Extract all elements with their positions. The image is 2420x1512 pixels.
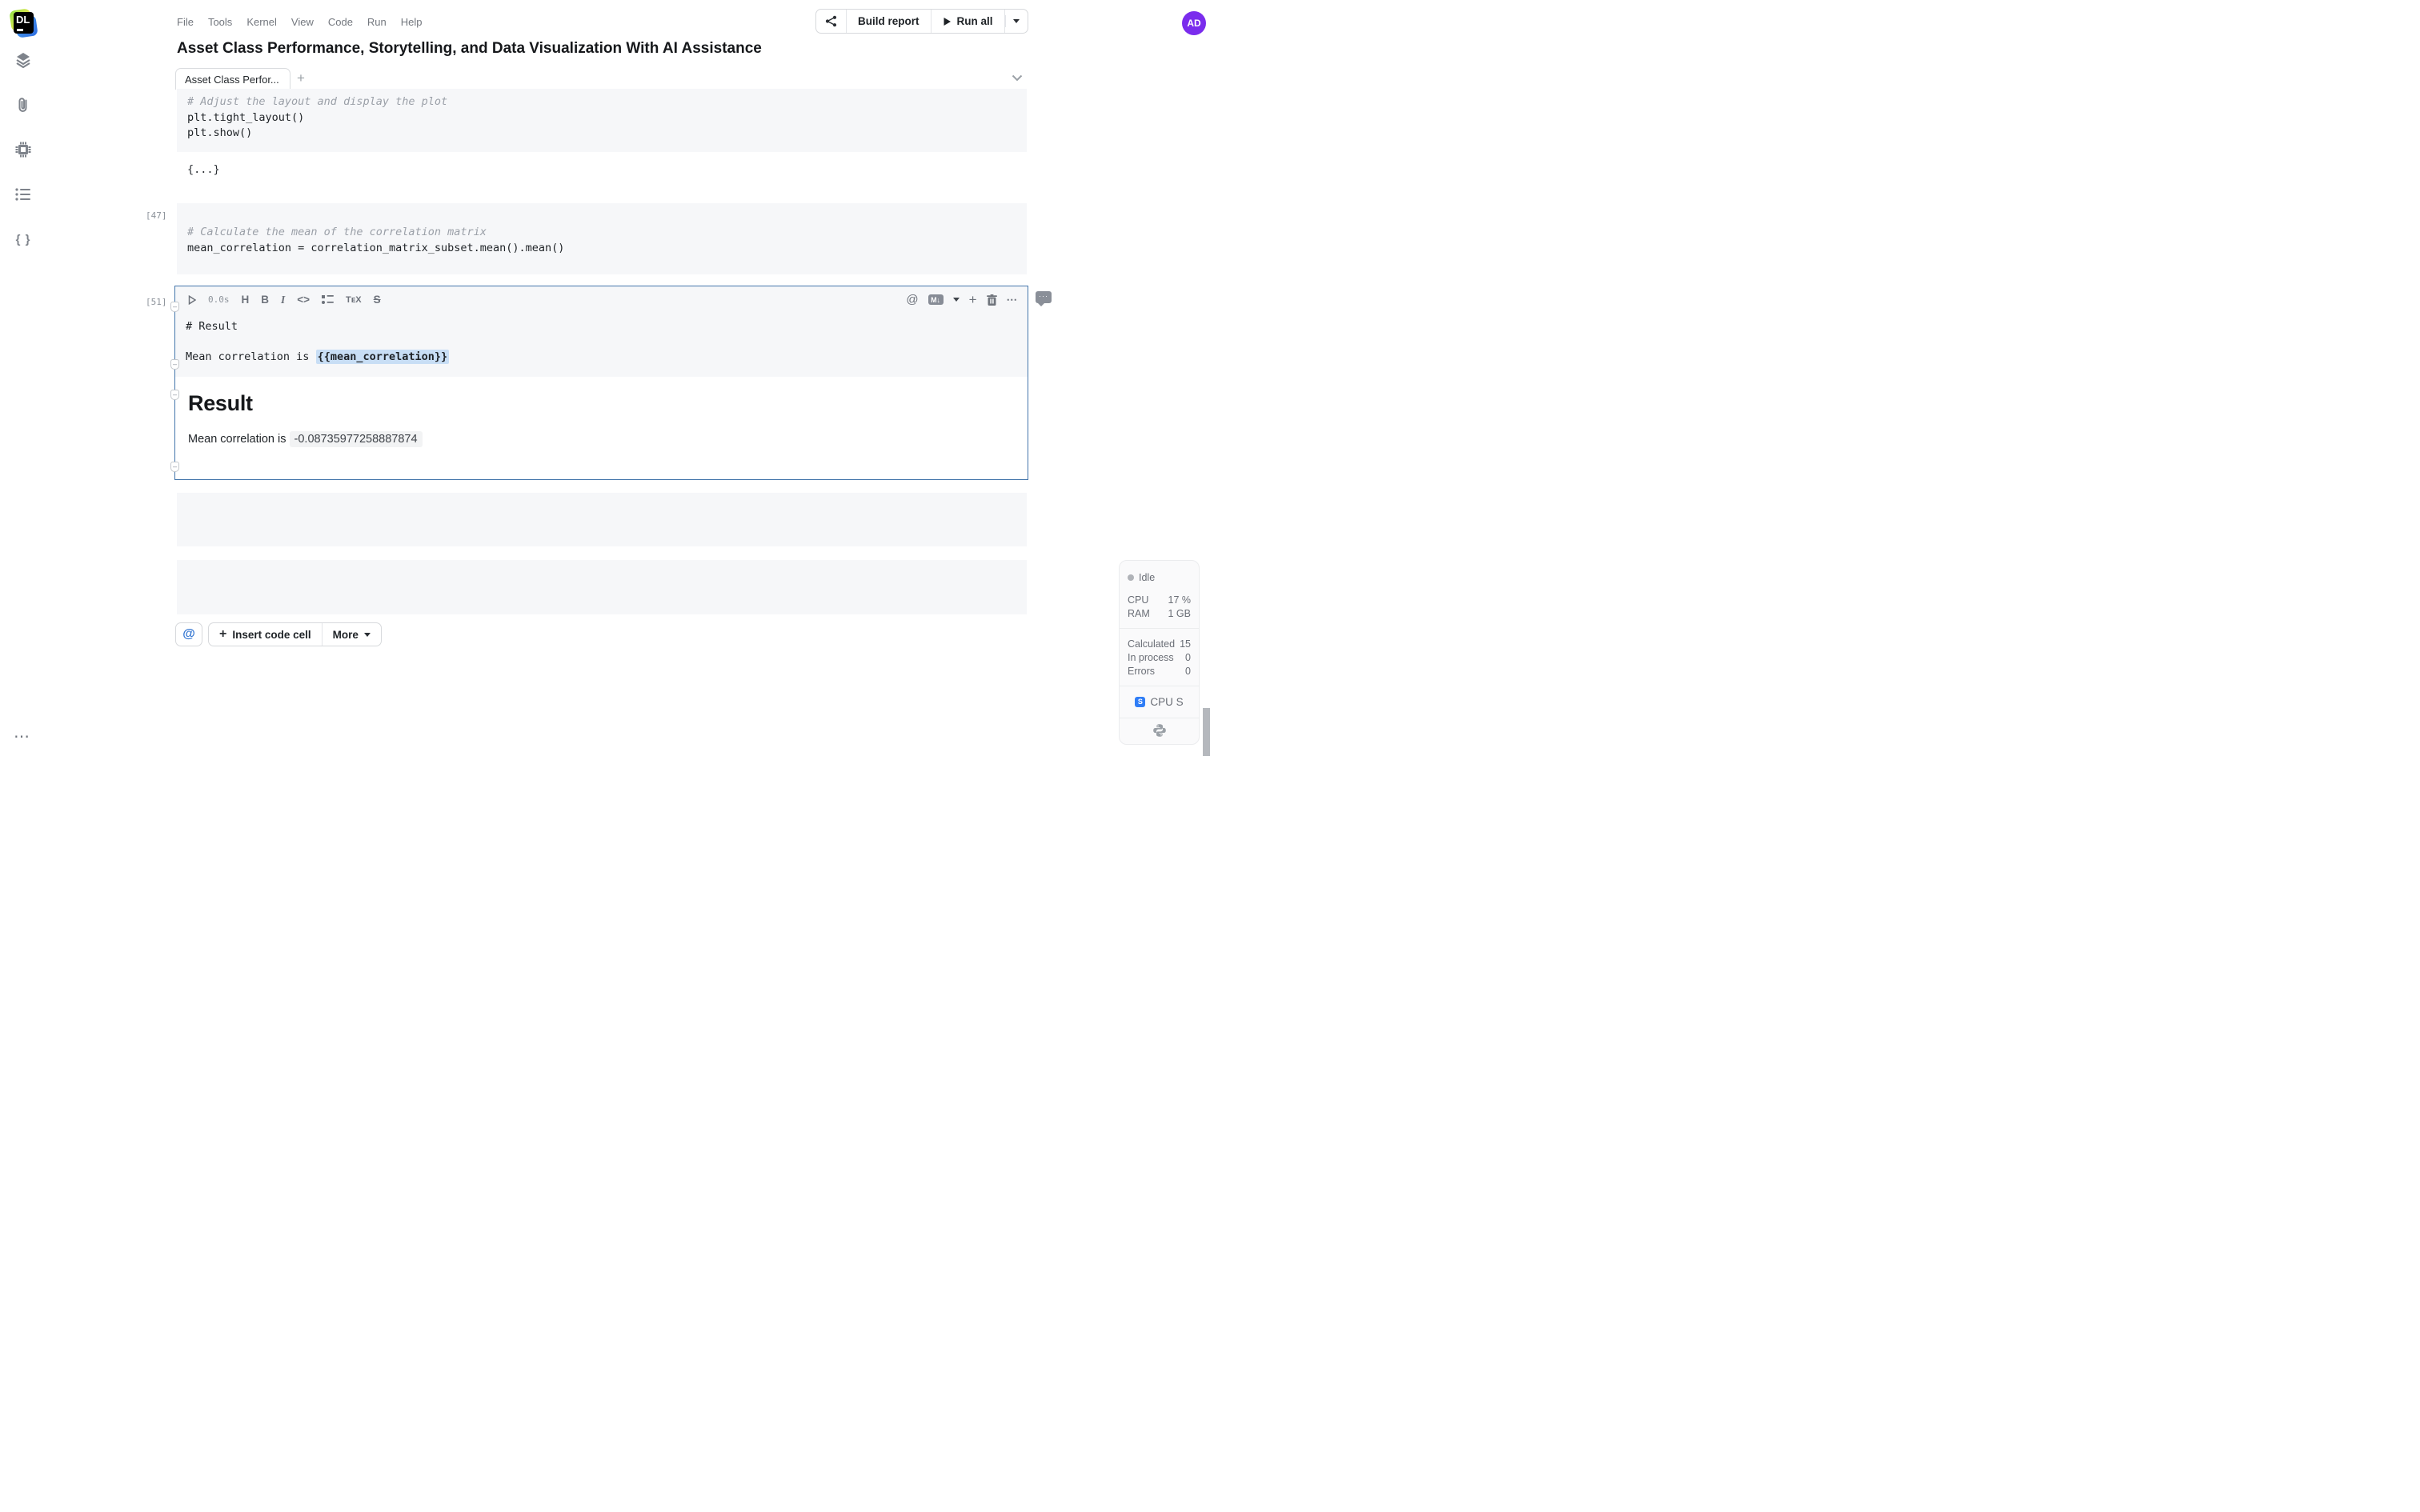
logo-plate: DL	[14, 12, 34, 34]
comment-bubble-icon[interactable]: ···	[1036, 291, 1052, 303]
code-cell-plot[interactable]: # Adjust the layout and display the plot…	[177, 89, 1027, 152]
python-icon[interactable]	[1120, 723, 1199, 738]
cell-type-chevron-icon[interactable]	[953, 298, 960, 302]
chevron-down-icon	[1013, 19, 1020, 23]
collapsed-output[interactable]: {...}	[187, 163, 220, 176]
collapse-handle[interactable]: –	[170, 390, 179, 400]
cell-drag-handle[interactable]: –	[170, 302, 179, 312]
markdown-rendered-output: Result Mean correlation is -0.0873597725…	[175, 377, 1028, 479]
cell-exec-label: [51]	[146, 297, 173, 307]
menu-code[interactable]: Code	[328, 16, 353, 28]
more-button[interactable]: More	[322, 623, 381, 646]
sidebar-more-icon[interactable]: ⋯	[14, 726, 31, 746]
insert-actions: + Insert code cell More	[208, 622, 382, 646]
share-button[interactable]	[816, 10, 847, 33]
code-line: plt.show()	[187, 126, 1027, 142]
tab-asset-class[interactable]: Asset Class Perfor...	[175, 68, 290, 90]
code-line: plt.tight_layout()	[187, 110, 1027, 126]
collapse-handle[interactable]: –	[170, 462, 179, 472]
menu-tools[interactable]: Tools	[208, 16, 232, 28]
bold-format-button[interactable]: B	[261, 294, 269, 306]
empty-cell[interactable]	[177, 493, 1027, 546]
menu-file[interactable]: File	[177, 16, 194, 28]
play-icon	[943, 17, 952, 26]
menu-help[interactable]: Help	[401, 16, 423, 28]
markdown-type-badge[interactable]: M↓	[928, 294, 944, 305]
page-title: Asset Class Performance, Storytelling, a…	[177, 40, 762, 58]
datalore-logo[interactable]: DL	[10, 10, 36, 37]
code-cell-47[interactable]: # Calculate the mean of the correlation …	[177, 203, 1027, 274]
variables-braces-icon[interactable]: { }	[13, 229, 34, 250]
list-format-button[interactable]	[322, 294, 334, 305]
menu-view[interactable]: View	[291, 16, 314, 28]
run-options-dropdown[interactable]	[1005, 10, 1028, 33]
menu-bar: File Tools Kernel View Code Run Help	[177, 16, 423, 28]
datalore-notebook-window: DL	[0, 0, 1210, 756]
run-cell-icon[interactable]	[188, 295, 196, 305]
code-comment: # Calculate the mean of the correlation …	[187, 225, 1027, 241]
plus-icon: +	[219, 627, 226, 642]
header-actions: Build report Run all	[815, 9, 1028, 34]
code-comment: # Adjust the layout and display the plot	[187, 94, 1027, 110]
share-icon	[825, 15, 837, 27]
left-sidebar: DL	[0, 0, 46, 756]
add-tab-button[interactable]: +	[297, 70, 305, 86]
cell-more-icon[interactable]: ⋯	[1007, 294, 1019, 306]
variable-token[interactable]: {{mean_correlation}}	[316, 350, 450, 364]
cell-toolbar: 0.0s H B I <> TᴇX S @ M↓ +	[175, 286, 1028, 313]
strikethrough-format-button[interactable]: S	[374, 294, 381, 306]
empty-cell[interactable]	[177, 560, 1027, 614]
source-text: Mean correlation is	[186, 350, 316, 363]
ai-assistant-icon[interactable]: @	[906, 293, 918, 306]
kernel-state: Idle	[1139, 572, 1155, 583]
ram-row: RAM1 GB	[1128, 608, 1191, 619]
exec-time: 0.0s	[208, 294, 230, 305]
table-of-contents-list-icon[interactable]	[13, 184, 34, 205]
avatar[interactable]: AD	[1182, 11, 1206, 35]
build-report-button[interactable]: Build report	[847, 10, 932, 33]
rendered-heading: Result	[188, 391, 1028, 416]
menu-run[interactable]: Run	[367, 16, 387, 28]
tex-format-button[interactable]: TᴇX	[346, 295, 362, 305]
in-process-row: In process0	[1128, 652, 1191, 663]
cell-exec-label: [47]	[146, 210, 173, 221]
insert-code-cell-button[interactable]: + Insert code cell	[209, 623, 322, 646]
machine-badge: S	[1135, 697, 1145, 707]
collapse-tabbar-chevron-icon[interactable]	[1012, 71, 1023, 86]
code-line: mean_correlation = correlation_matrix_su…	[187, 241, 1027, 257]
attachments-paperclip-icon[interactable]	[13, 94, 34, 115]
ai-assistant-button[interactable]: @	[175, 622, 202, 646]
markdown-cell-51[interactable]: 0.0s H B I <> TᴇX S @ M↓ +	[174, 286, 1028, 480]
chevron-down-icon	[364, 633, 371, 637]
status-dot-icon	[1128, 574, 1134, 581]
cpu-row: CPU17 %	[1128, 594, 1191, 606]
machine-selector[interactable]: S CPU S	[1120, 696, 1199, 708]
menu-kernel[interactable]: Kernel	[246, 16, 277, 28]
scrollbar-thumb[interactable]	[1203, 708, 1210, 756]
source-heading-line: # Result	[186, 318, 1028, 334]
calculated-row: Calculated15	[1128, 638, 1191, 650]
errors-row: Errors0	[1128, 666, 1191, 677]
add-cell-icon[interactable]: +	[969, 292, 977, 308]
code-format-button[interactable]: <>	[297, 294, 310, 306]
collapse-handle[interactable]: –	[170, 359, 179, 370]
italic-format-button[interactable]: I	[281, 294, 285, 306]
markdown-source-editor[interactable]: # Result Mean correlation is {{mean_corr…	[175, 313, 1028, 365]
environment-chip-icon[interactable]	[13, 139, 34, 160]
run-all-button[interactable]: Run all	[932, 10, 1005, 33]
rendered-text: Mean correlation is	[188, 433, 286, 446]
kernel-status-panel: Idle CPU17 % RAM1 GB Calculated15 In pro…	[1119, 560, 1200, 745]
delete-cell-icon[interactable]	[987, 294, 997, 306]
rendered-value: -0.08735977258887874	[290, 431, 423, 447]
notebooks-layers-icon[interactable]	[13, 50, 34, 70]
heading-format-button[interactable]: H	[242, 294, 250, 306]
kernel-state-row: Idle	[1128, 572, 1191, 583]
